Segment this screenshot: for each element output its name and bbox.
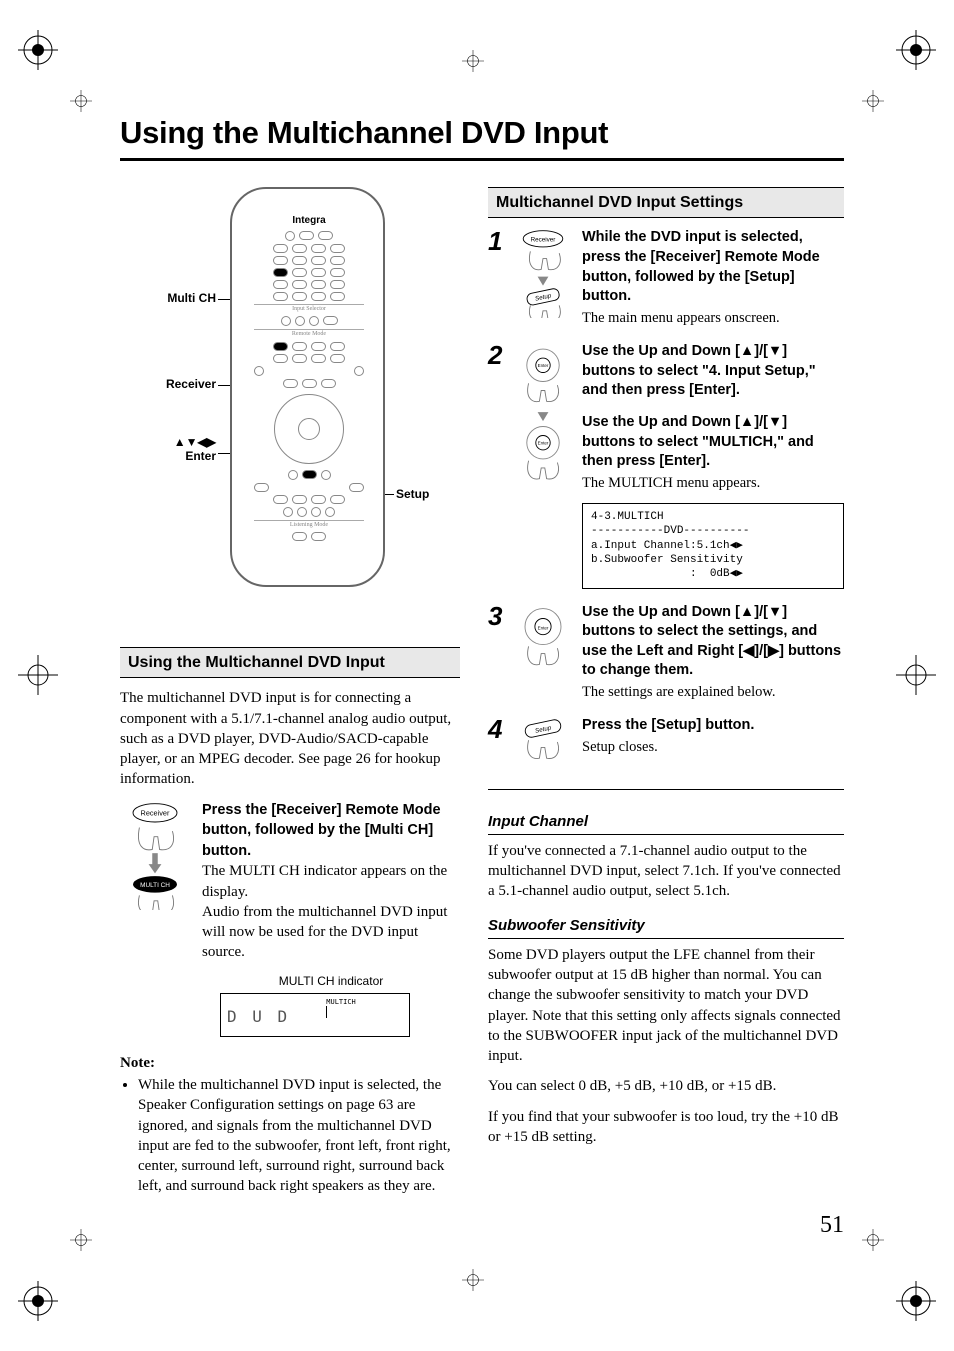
subhead-sub-sensitivity: Subwoofer Sensitivity (488, 916, 844, 939)
intro-paragraph: The multichannel DVD input is for connec… (120, 688, 460, 789)
step-thumbnail: Enter (516, 603, 572, 703)
crop-mark (462, 1269, 484, 1291)
step-thumbnail: Receiver MULTI CH (120, 800, 190, 1037)
step-row: 4 Setup Press the [Setup] button. Setup … (488, 716, 844, 774)
crop-mark (70, 1229, 92, 1251)
page-number: 51 (820, 1209, 844, 1241)
crop-mark (896, 655, 936, 695)
registration-mark (896, 1281, 936, 1321)
crop-mark (18, 655, 58, 695)
multich-button-label: MULTI CH (140, 882, 170, 889)
title-rule (120, 158, 844, 161)
step-bold: Use the Up and Down [▲]/[▼] buttons to s… (582, 413, 844, 472)
svg-text:Enter: Enter (538, 441, 549, 446)
instruction-bold: Press the [Receiver] Remote Mode button,… (202, 802, 441, 859)
callout-multi-ch: Multi CH (120, 291, 216, 305)
subhead-settings: Multichannel DVD Input Settings (488, 187, 844, 219)
step-bold: Use the Up and Down [▲]/[▼] buttons to s… (582, 603, 844, 681)
svg-text:Enter: Enter (538, 363, 549, 368)
svg-text:Receiver: Receiver (531, 237, 556, 244)
step-number: 3 (488, 603, 506, 703)
svg-text:Enter: Enter (538, 625, 549, 630)
crop-mark (70, 90, 92, 112)
step-body-text: The main menu appears onscreen. (582, 310, 780, 326)
right-column: Multichannel DVD Input Settings 1 Receiv… (488, 187, 844, 1201)
step-number: 2 (488, 342, 506, 588)
step-thumbnail: Receiver Setup (516, 228, 572, 328)
receiver-button-label: Receiver (141, 808, 170, 817)
left-column: Multi CH Receiver ▲▼◀▶ Enter Setup Integ… (120, 187, 460, 1201)
crop-mark (862, 90, 884, 112)
registration-mark (18, 30, 58, 70)
sub-sens-body: If you find that your subwoofer is too l… (488, 1107, 844, 1148)
input-channel-body: If you've connected a 7.1-channel audio … (488, 841, 844, 902)
step-row: 2 Enter Enter Use the Up a (488, 342, 844, 588)
note-heading: Note: (120, 1053, 460, 1073)
registration-mark (18, 1281, 58, 1321)
step-body-text: Setup closes. (582, 738, 844, 758)
step-number: 1 (488, 228, 506, 328)
subhead-input-channel: Input Channel (488, 812, 844, 835)
remote-illustration: Integra Input Selector Remote Mode (230, 187, 385, 587)
instruction-body: Audio from the multichannel DVD input wi… (202, 902, 460, 963)
instruction-body: The MULTI CH indicator appears on the di… (202, 861, 460, 902)
step-bold: While the DVD input is selected, press t… (582, 228, 844, 306)
lcd-main-text: D U D (227, 996, 290, 1028)
indicator-label: MULTI CH indicator (202, 973, 460, 989)
step-thumbnail: Enter Enter (516, 342, 572, 588)
step-row: 1 Receiver Setup While the DVD input is … (488, 228, 844, 328)
crop-mark (462, 50, 484, 72)
lcd-display: MULTICH D U D (220, 993, 410, 1037)
callout-dpad-enter: ▲▼◀▶ Enter (120, 435, 216, 464)
callout-receiver: Receiver (120, 377, 216, 391)
lcd-tag: MULTICH (326, 998, 356, 1007)
step-thumbnail: Setup (516, 716, 572, 774)
note-item: While the multichannel DVD input is sele… (138, 1075, 460, 1197)
step-bold: Press the [Setup] button. (582, 716, 844, 736)
step-number: 4 (488, 716, 506, 774)
note-list: While the multichannel DVD input is sele… (126, 1075, 460, 1197)
step-row: 3 Enter Use the Up and Down [▲]/[▼] butt… (488, 603, 844, 703)
callout-setup: Setup (396, 487, 456, 501)
subhead-using-input: Using the Multichannel DVD Input (120, 647, 460, 679)
step-body-text: The MULTICH menu appears. (582, 474, 844, 494)
step-body-text: The settings are explained below. (582, 683, 844, 703)
manual-page: Using the Multichannel DVD Input Multi C… (0, 0, 954, 1351)
remote-brand: Integra (254, 214, 364, 228)
crop-mark (862, 1229, 884, 1251)
step-bold: Use the Up and Down [▲]/[▼] buttons to s… (582, 342, 844, 401)
sub-sens-body: Some DVD players output the LFE channel … (488, 945, 844, 1067)
onscreen-menu: 4-3.MULTICH -----------DVD---------- a.I… (582, 503, 844, 588)
remote-diagram: Multi CH Receiver ▲▼◀▶ Enter Setup Integ… (120, 187, 460, 597)
registration-mark (896, 30, 936, 70)
page-title: Using the Multichannel DVD Input (120, 112, 844, 154)
section-rule (488, 789, 844, 790)
sub-sens-body: You can select 0 dB, +5 dB, +10 dB, or +… (488, 1076, 844, 1096)
